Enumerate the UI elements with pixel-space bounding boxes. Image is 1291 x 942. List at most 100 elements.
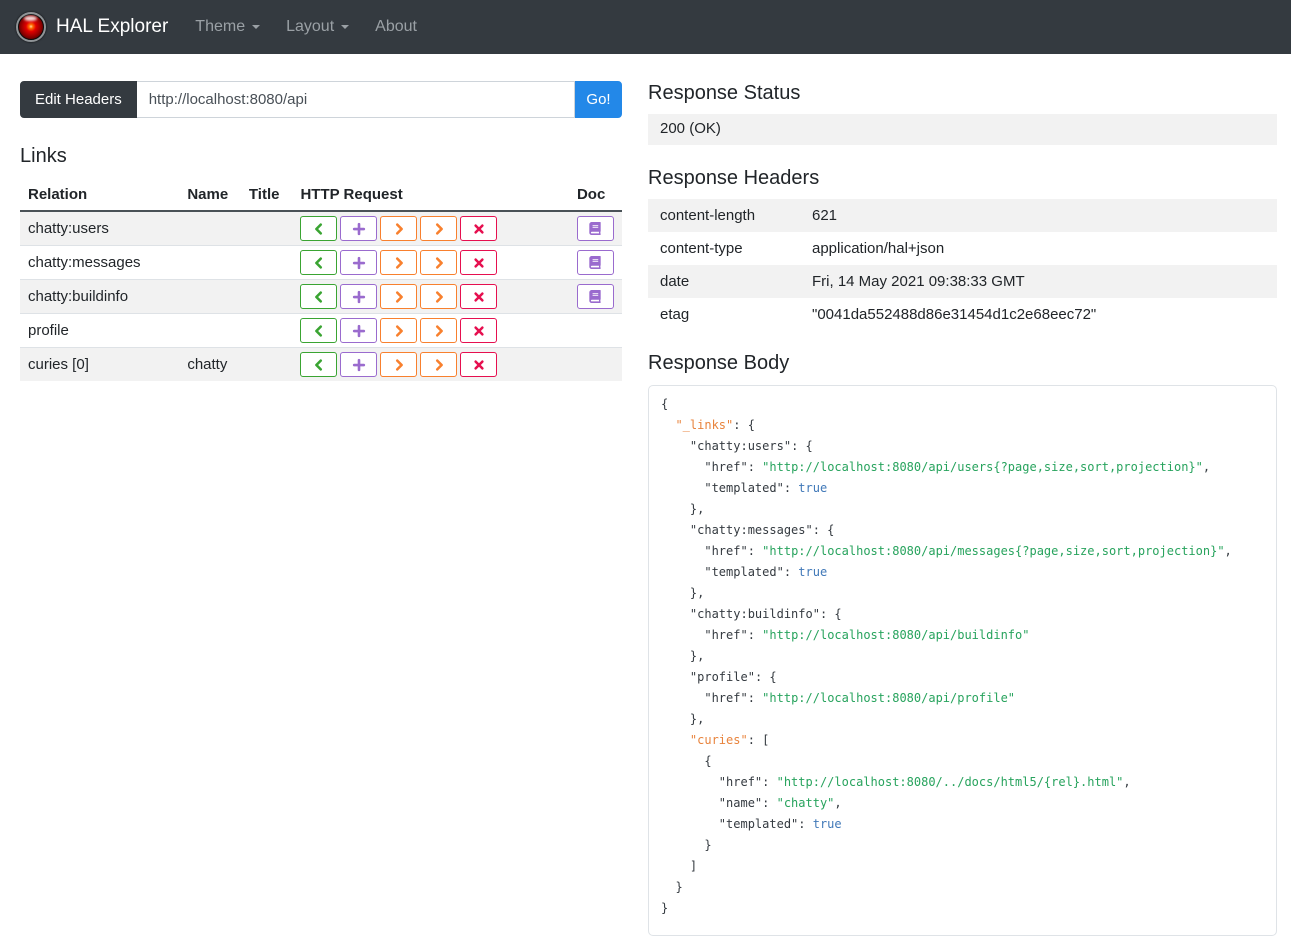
link-title <box>240 313 293 348</box>
column-header-http-request: HTTP Request <box>292 180 569 212</box>
post-request-button[interactable] <box>340 284 378 309</box>
response-header-value: 621 <box>812 207 838 224</box>
hal-9000-eye-logo <box>16 12 46 42</box>
chevron-left-icon <box>312 222 326 236</box>
response-header-key: date <box>660 273 690 290</box>
delete-request-button[interactable] <box>460 250 498 275</box>
x-icon <box>473 291 485 303</box>
plus-icon <box>352 358 366 372</box>
delete-request-button[interactable] <box>460 318 498 343</box>
get-request-button[interactable] <box>300 216 338 241</box>
book-icon <box>589 256 602 269</box>
patch-request-button[interactable] <box>420 318 458 343</box>
chevron-right-icon <box>432 256 446 270</box>
link-title <box>240 210 293 246</box>
chevron-right-icon <box>392 324 406 338</box>
link-row: chatty:users <box>20 210 622 246</box>
nav-item-layout[interactable]: Layout <box>273 18 362 36</box>
plus-icon <box>352 256 366 270</box>
chevron-down-icon <box>252 25 261 29</box>
put-request-button[interactable] <box>380 250 418 275</box>
doc-cell <box>568 245 622 280</box>
response-header-key: etag <box>660 306 690 323</box>
link-name <box>179 279 241 314</box>
x-icon <box>473 223 485 235</box>
plus-icon <box>352 324 366 338</box>
doc-cell <box>568 210 622 246</box>
response-status-title: Response Status <box>648 82 801 104</box>
response-status-value: 200 (OK) <box>648 114 1277 145</box>
patch-request-button[interactable] <box>420 250 458 275</box>
app-brand[interactable]: HAL Explorer <box>16 12 168 42</box>
nav-menu: Theme Layout About <box>182 18 430 36</box>
chevron-right-icon <box>392 256 406 270</box>
link-name <box>179 245 241 280</box>
put-request-button[interactable] <box>380 352 418 377</box>
doc-button[interactable] <box>576 250 614 275</box>
chevron-right-icon <box>432 324 446 338</box>
explorer-panel: Edit Headers Go! Links Relation Name Tit… <box>20 81 622 381</box>
x-icon <box>473 325 485 337</box>
http-request-buttons <box>292 245 569 280</box>
go-button[interactable]: Go! <box>575 81 622 118</box>
plus-icon <box>352 222 366 236</box>
link-row: chatty:buildinfo <box>20 279 622 314</box>
response-header-row: content-length 621 <box>648 199 1277 232</box>
link-relation: curies [0] <box>20 347 180 381</box>
patch-request-button[interactable] <box>420 284 458 309</box>
put-request-button[interactable] <box>380 284 418 309</box>
response-headers-body: content-length 621 content-type application… <box>648 199 1277 331</box>
put-request-button[interactable] <box>380 318 418 343</box>
link-name <box>179 313 241 348</box>
delete-request-button[interactable] <box>460 352 498 377</box>
response-body-box: { "_links": { "chatty:users": { "href": … <box>648 385 1277 936</box>
put-request-button[interactable] <box>380 216 418 241</box>
column-header-title: Title <box>240 180 293 212</box>
links-table-header: Relation Name Title HTTP Request Doc <box>20 180 622 212</box>
http-request-buttons <box>292 313 569 348</box>
delete-request-button[interactable] <box>460 216 498 241</box>
nav-item-about[interactable]: About <box>362 18 430 36</box>
chevron-right-icon <box>432 290 446 304</box>
link-relation: chatty:users <box>20 210 180 246</box>
response-header-key: content-length <box>660 207 756 224</box>
post-request-button[interactable] <box>340 318 378 343</box>
get-request-button[interactable] <box>300 250 338 275</box>
doc-cell <box>568 347 622 381</box>
patch-request-button[interactable] <box>420 352 458 377</box>
api-url-input[interactable] <box>136 81 575 118</box>
get-request-button[interactable] <box>300 284 338 309</box>
edit-headers-button[interactable]: Edit Headers <box>20 81 137 118</box>
doc-button[interactable] <box>576 216 614 241</box>
response-body-code: { "_links": { "chatty:users": { "href": … <box>661 397 1232 915</box>
book-icon <box>589 290 602 303</box>
doc-button[interactable] <box>576 284 614 309</box>
response-header-row: content-type application/hal+json <box>648 232 1277 265</box>
get-request-button[interactable] <box>300 318 338 343</box>
chevron-right-icon <box>432 358 446 372</box>
doc-cell <box>568 313 622 348</box>
doc-cell <box>568 279 622 314</box>
book-icon <box>589 222 602 235</box>
patch-request-button[interactable] <box>420 216 458 241</box>
get-request-button[interactable] <box>300 352 338 377</box>
post-request-button[interactable] <box>340 250 378 275</box>
chevron-down-icon <box>341 25 350 29</box>
app-title: HAL Explorer <box>56 16 169 37</box>
x-icon <box>473 257 485 269</box>
nav-item-theme[interactable]: Theme <box>182 18 273 36</box>
chevron-left-icon <box>312 256 326 270</box>
x-icon <box>473 359 485 371</box>
link-title <box>240 347 293 381</box>
link-relation: chatty:buildinfo <box>20 279 180 314</box>
link-row: curies [0] chatty <box>20 347 622 381</box>
post-request-button[interactable] <box>340 216 378 241</box>
delete-request-button[interactable] <box>460 284 498 309</box>
post-request-button[interactable] <box>340 352 378 377</box>
column-header-name: Name <box>179 180 241 212</box>
navbar: HAL Explorer Theme Layout About <box>0 0 1291 54</box>
chevron-right-icon <box>392 290 406 304</box>
response-headers-table: content-length 621 content-type application… <box>648 199 1277 331</box>
http-request-buttons <box>292 347 569 381</box>
links-table-body: chatty:users chatty:messages chatty:buildi… <box>20 210 622 381</box>
